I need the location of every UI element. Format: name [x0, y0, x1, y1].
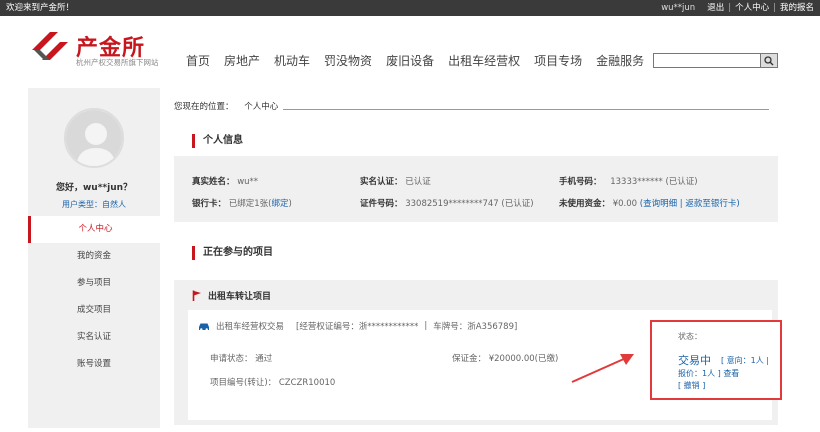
- real-name-label: 真实姓名：: [192, 177, 235, 187]
- project-code-row: 项目编号(转让)： CZCZR10010: [210, 376, 335, 388]
- quote-row: 报价：1人 ] 查看: [678, 368, 739, 379]
- flag-icon: [192, 290, 201, 301]
- nav-item-projects[interactable]: 项目专场: [534, 52, 582, 69]
- project-category: 出租车转让项目: [192, 289, 271, 302]
- breadcrumb-label: 您现在的位置：: [174, 102, 234, 112]
- nav-item-finance[interactable]: 金融服务: [596, 52, 644, 69]
- brand-subtitle: 杭州产权交易所旗下网站: [76, 58, 159, 67]
- bank-card-value: 已绑定1张(: [228, 199, 272, 209]
- search-icon: [764, 55, 774, 65]
- permit-number: [经营权证编号：浙************: [296, 322, 419, 332]
- sidebar-item-joined-projects[interactable]: 参与项目: [28, 270, 160, 297]
- bank-card-label: 银行卡：: [192, 199, 227, 209]
- project-code-label: 项目编号(转让)：: [210, 378, 277, 388]
- view-link[interactable]: 查看: [723, 369, 739, 378]
- sidebar-item-my-funds[interactable]: 我的资金: [28, 243, 160, 270]
- sidebar-item-user-center[interactable]: 个人中心: [28, 216, 160, 243]
- id-number-row: 证件号码： 33082519********747 (已认证): [360, 197, 534, 209]
- username-link[interactable]: wu**jun: [661, 0, 695, 16]
- unused-funds-row: 未使用资金： ¥0.00 (查询明细 | 返款至银行卡): [559, 199, 740, 209]
- nav-item-taxi-rights[interactable]: 出租车经营权: [448, 52, 520, 69]
- sidebar-item-account-settings[interactable]: 账号设置: [28, 351, 160, 378]
- id-number-label: 证件号码：: [360, 199, 403, 209]
- apply-status-value: 通过: [255, 354, 273, 364]
- project-card: 出租车经营权交易 [经营权证编号：浙************ | 车牌号：浙A3…: [188, 310, 782, 420]
- phone-status: (已认证): [665, 177, 698, 187]
- logo-icon[interactable]: [28, 24, 72, 68]
- bind-card-link[interactable]: 绑定: [271, 199, 288, 209]
- project-title-row: 出租车经营权交易 [经营权证编号：浙************ | 车牌号：浙A3…: [198, 320, 517, 332]
- ongoing-projects-title: 正在参与的项目: [192, 246, 273, 260]
- phone-value: 13333******: [610, 177, 663, 187]
- phone-label: 手机号码：: [559, 177, 602, 187]
- intent-count[interactable]: [ 意向：1人 |: [721, 355, 769, 366]
- nav-item-confiscated[interactable]: 罚没物资: [324, 52, 372, 69]
- car-icon: [199, 323, 209, 331]
- nav-item-used-equipment[interactable]: 废旧设备: [386, 52, 434, 69]
- status-label: 状态：: [678, 332, 702, 341]
- header: 产金所 杭州产权交易所旗下网站 首页 房地产 机动车 罚没物资 废旧设备 出租车…: [0, 16, 820, 80]
- sidebar-item-verification[interactable]: 实名认证: [28, 324, 160, 351]
- id-number-status: (已认证): [501, 199, 534, 209]
- logout-link[interactable]: 退出: [707, 0, 724, 16]
- breadcrumb-divider: [283, 109, 769, 110]
- sidebar-item-closed-projects[interactable]: 成交项目: [28, 297, 160, 324]
- avatar[interactable]: [64, 108, 124, 168]
- real-name-row: 真实姓名： wu**: [192, 175, 258, 187]
- sidebar: 您好，wu**jun？ 用户类型：自然人 个人中心 我的资金 参与项目 成交项目…: [28, 88, 160, 428]
- breadcrumb: 您现在的位置： 个人中心: [174, 100, 278, 112]
- project-code-value: CZCZR10010: [278, 378, 336, 388]
- quote-count[interactable]: 报价：1人 ]: [678, 369, 721, 378]
- search-button[interactable]: [760, 53, 778, 68]
- breadcrumb-current: 个人中心: [244, 102, 279, 112]
- bank-card-row: 银行卡： 已绑定1张(绑定): [192, 197, 292, 209]
- refund-to-card-link[interactable]: 返款至银行卡: [685, 199, 736, 209]
- apply-status-row: 申请状态： 通过: [210, 352, 272, 364]
- verification-label: 实名认证：: [360, 177, 403, 187]
- deposit-value: ¥20000.00(已缴): [488, 354, 559, 364]
- nav-item-home[interactable]: 首页: [186, 52, 210, 69]
- apply-status-label: 申请状态：: [210, 354, 253, 364]
- separator: |: [728, 3, 732, 13]
- my-registrations-link[interactable]: 我的报名: [780, 0, 814, 16]
- plate-number: 车牌号：浙A356789]: [433, 322, 518, 332]
- project-name-link[interactable]: 出租车经营权交易: [216, 320, 284, 332]
- user-type: 用户类型：自然人: [62, 200, 126, 209]
- sidebar-menu: 个人中心 我的资金 参与项目 成交项目 实名认证 账号设置: [28, 216, 160, 378]
- personal-info-panel: 真实姓名： wu** 实名认证： 已认证 手机号码： 13333****** (…: [174, 156, 778, 222]
- user-center-link[interactable]: 个人中心: [735, 0, 769, 16]
- status-value: 交易中: [678, 354, 711, 367]
- verification-value: 已认证: [405, 177, 431, 187]
- unused-funds-value: ¥0.00: [612, 199, 638, 209]
- id-number-value: 33082519********747: [405, 199, 499, 209]
- separator: |: [424, 321, 428, 331]
- verification-row: 实名认证： 已认证: [360, 175, 431, 187]
- main-nav: 首页 房地产 机动车 罚没物资 废旧设备 出租车经营权 项目专场 金融服务: [186, 52, 658, 69]
- nav-item-vehicles[interactable]: 机动车: [274, 52, 310, 69]
- personal-info-title: 个人信息: [192, 134, 243, 148]
- revoke-link[interactable]: [ 撤销 ]: [678, 380, 705, 391]
- status-highlight-box: 状态： 交易中 [ 意向：1人 | 报价：1人 ] 查看 [ 撤销 ]: [650, 320, 782, 400]
- separator: |: [773, 3, 776, 13]
- nav-item-real-estate[interactable]: 房地产: [224, 52, 260, 69]
- user-avatar-icon: [66, 110, 122, 166]
- deposit-row: 保证金： ¥20000.00(已缴): [452, 352, 558, 364]
- phone-row: 手机号码： 13333****** (已认证): [559, 175, 698, 187]
- real-name-value: wu**: [237, 177, 259, 187]
- welcome-text: 欢迎来到产金所！: [6, 3, 75, 13]
- annotation-arrow-icon: [571, 354, 634, 383]
- top-bar: 欢迎来到产金所！ wu**jun 退出 | 个人中心 | 我的报名: [0, 0, 820, 16]
- bank-card-end: ): [288, 199, 292, 209]
- projects-panel: 出租车转让项目 出租车经营权交易 [经营权证编号：浙************ |…: [174, 280, 782, 425]
- greeting: 您好，wu**jun？: [55, 183, 133, 193]
- project-category-label: 出租车转让项目: [208, 292, 272, 302]
- unused-funds-label: 未使用资金：: [559, 199, 611, 209]
- deposit-label: 保证金：: [452, 354, 487, 364]
- query-details-link[interactable]: 查询明细: [643, 199, 677, 209]
